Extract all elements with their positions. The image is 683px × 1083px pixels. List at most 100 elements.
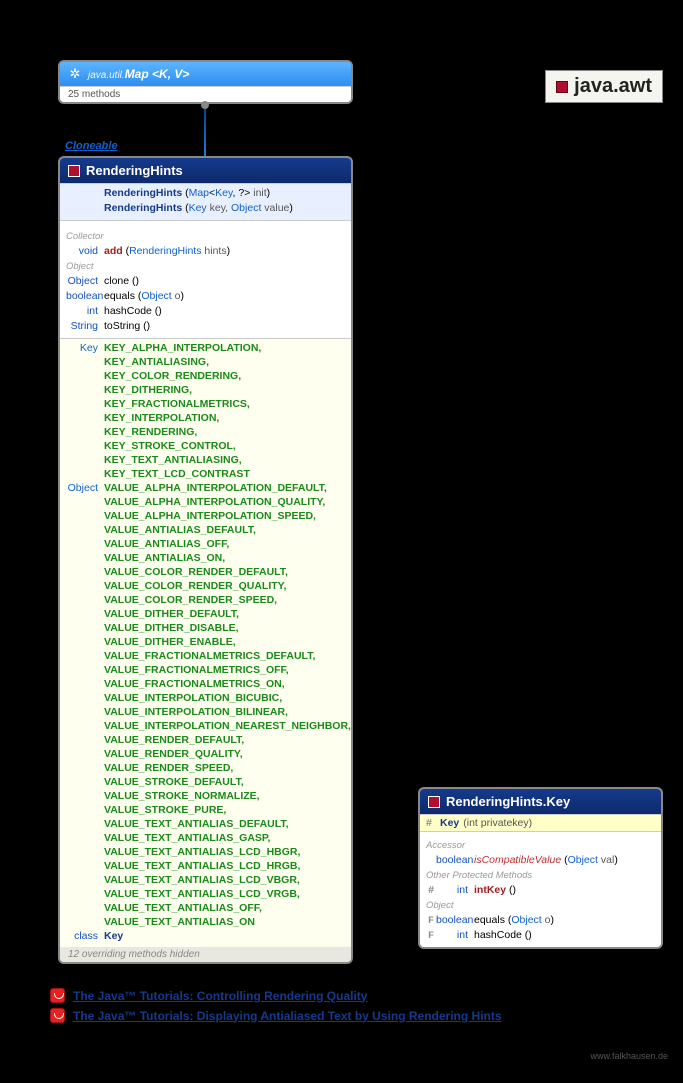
oracle-icon <box>50 988 65 1003</box>
constant: KEY_STROKE_CONTROL, <box>104 439 261 453</box>
class-box-renderinghints: RenderingHints RenderingHints (Map<Key, … <box>58 156 353 964</box>
class-box-renderinghints-key: RenderingHints.Key # Key (int privatekey… <box>418 787 663 949</box>
interface-header: ✲ java.util.Map <K, V> <box>60 62 351 86</box>
methods-section: Collector void add (RenderingHints hints… <box>60 220 351 338</box>
class-title: RenderingHints.Key <box>446 794 570 809</box>
keys-group: Key KEY_ALPHA_INTERPOLATION,KEY_ANTIALIA… <box>66 341 345 481</box>
constant: VALUE_ANTIALIAS_OFF, <box>104 537 351 551</box>
methods-section: Accessor booleanisCompatibleValue (Objec… <box>420 831 661 947</box>
constant: VALUE_ANTIALIAS_DEFAULT, <box>104 523 351 537</box>
constant: VALUE_DITHER_ENABLE, <box>104 635 351 649</box>
method-row: Fbooleanequals (Object o) <box>426 913 655 928</box>
final-icon: F <box>426 928 436 943</box>
constant: VALUE_STROKE_DEFAULT, <box>104 775 351 789</box>
method-row: booleanequals (Object o) <box>66 289 345 304</box>
method-row: inthashCode () <box>66 304 345 319</box>
category-label: Other Protected Methods <box>426 868 655 883</box>
interface-box-map: ✲ java.util.Map <K, V> 25 methods <box>58 60 353 104</box>
oracle-icon <box>50 1008 65 1023</box>
constant: VALUE_INTERPOLATION_NEAREST_NEIGHBOR, <box>104 719 351 733</box>
interface-class: Map <box>125 67 149 81</box>
class-icon <box>68 165 80 177</box>
inheritance-connector <box>204 104 206 156</box>
class-icon <box>428 796 440 808</box>
ctor-row: RenderingHints (Key key, Object value) <box>66 201 345 216</box>
constant: VALUE_INTERPOLATION_BILINEAR, <box>104 705 351 719</box>
protected-icon: # <box>426 817 436 829</box>
constant: KEY_ALPHA_INTERPOLATION, <box>104 341 261 355</box>
constant: VALUE_TEXT_ANTIALIAS_OFF, <box>104 901 351 915</box>
constant: VALUE_INTERPOLATION_BICUBIC, <box>104 691 351 705</box>
class-title: RenderingHints <box>86 163 183 178</box>
link-row: The Java™ Tutorials: Controlling Renderi… <box>50 988 502 1003</box>
constant: VALUE_RENDER_DEFAULT, <box>104 733 351 747</box>
method-row: void add (RenderingHints hints) <box>66 244 345 259</box>
category-label: Collector <box>66 229 345 244</box>
constant: VALUE_TEXT_ANTIALIAS_GASP, <box>104 831 351 845</box>
constant: KEY_DITHERING, <box>104 383 261 397</box>
constant: KEY_RENDERING, <box>104 425 261 439</box>
values-list: VALUE_ALPHA_INTERPOLATION_DEFAULT,VALUE_… <box>104 481 351 929</box>
class-footer: 12 overriding methods hidden <box>60 947 351 962</box>
constant: VALUE_COLOR_RENDER_SPEED, <box>104 593 351 607</box>
constant: VALUE_DITHER_DEFAULT, <box>104 607 351 621</box>
links-area: The Java™ Tutorials: Controlling Renderi… <box>50 983 502 1028</box>
method-row: #intintKey () <box>426 883 655 898</box>
tutorial-link[interactable]: The Java™ Tutorials: Displaying Antialia… <box>73 1009 502 1023</box>
interface-pkg: java.util. <box>88 70 125 81</box>
constructors-section: RenderingHints (Map<Key, ?> init) Render… <box>60 183 351 220</box>
package-icon <box>556 81 568 93</box>
constant: KEY_INTERPOLATION, <box>104 411 261 425</box>
category-label: Object <box>426 898 655 913</box>
constant: KEY_ANTIALIASING, <box>104 355 261 369</box>
constant: VALUE_TEXT_ANTIALIAS_LCD_VBGR, <box>104 873 351 887</box>
constant: VALUE_FRACTIONALMETRICS_DEFAULT, <box>104 649 351 663</box>
ctor-row: RenderingHints (Map<Key, ?> init) <box>66 186 345 201</box>
constant: VALUE_COLOR_RENDER_QUALITY, <box>104 579 351 593</box>
constant: VALUE_TEXT_ANTIALIAS_LCD_VRGB, <box>104 887 351 901</box>
constant: KEY_TEXT_ANTIALIASING, <box>104 453 261 467</box>
link-row: The Java™ Tutorials: Displaying Antialia… <box>50 1008 502 1023</box>
constant: VALUE_ANTIALIAS_ON, <box>104 551 351 565</box>
values-group: Object VALUE_ALPHA_INTERPOLATION_DEFAULT… <box>66 481 345 929</box>
tutorial-link[interactable]: The Java™ Tutorials: Controlling Renderi… <box>73 989 367 1003</box>
constant: VALUE_STROKE_NORMALIZE, <box>104 789 351 803</box>
constant: VALUE_ALPHA_INTERPOLATION_QUALITY, <box>104 495 351 509</box>
constant: VALUE_FRACTIONALMETRICS_ON, <box>104 677 351 691</box>
constant: VALUE_ALPHA_INTERPOLATION_DEFAULT, <box>104 481 351 495</box>
method-row: FinthashCode () <box>426 928 655 943</box>
constant: VALUE_TEXT_ANTIALIAS_LCD_HRGB, <box>104 859 351 873</box>
constants-section: Key KEY_ALPHA_INTERPOLATION,KEY_ANTIALIA… <box>60 338 351 947</box>
protected-icon: # <box>426 883 436 898</box>
constant: VALUE_RENDER_QUALITY, <box>104 747 351 761</box>
package-name: java.awt <box>574 75 652 98</box>
inner-class-row: class Key <box>66 929 345 943</box>
constant: VALUE_DITHER_DISABLE, <box>104 621 351 635</box>
ctor-row: # Key (int privatekey) <box>420 814 661 831</box>
constant: KEY_COLOR_RENDERING, <box>104 369 261 383</box>
gear-icon: ✲ <box>68 67 82 81</box>
interface-generics: <K, V> <box>152 67 189 81</box>
constant: VALUE_TEXT_ANTIALIAS_LCD_HBGR, <box>104 845 351 859</box>
cloneable-label[interactable]: Cloneable <box>65 140 118 152</box>
constant: VALUE_ALPHA_INTERPOLATION_SPEED, <box>104 509 351 523</box>
constant: VALUE_TEXT_ANTIALIAS_ON <box>104 915 351 929</box>
method-row: Objectclone () <box>66 274 345 289</box>
interface-subtitle: 25 methods <box>60 86 351 102</box>
category-label: Object <box>66 259 345 274</box>
class-header: RenderingHints <box>60 158 351 183</box>
method-row: booleanisCompatibleValue (Object val) <box>426 853 655 868</box>
constant: KEY_TEXT_LCD_CONTRAST <box>104 467 261 481</box>
method-row: StringtoString () <box>66 319 345 334</box>
keys-list: KEY_ALPHA_INTERPOLATION,KEY_ANTIALIASING… <box>104 341 261 481</box>
category-label: Accessor <box>426 838 655 853</box>
watermark: www.falkhausen.de <box>590 1051 668 1061</box>
class-header: RenderingHints.Key <box>420 789 661 814</box>
constant: VALUE_RENDER_SPEED, <box>104 761 351 775</box>
constant: VALUE_STROKE_PURE, <box>104 803 351 817</box>
final-icon: F <box>426 913 436 928</box>
package-badge: java.awt <box>545 70 663 103</box>
constant: VALUE_FRACTIONALMETRICS_OFF, <box>104 663 351 677</box>
constant: KEY_FRACTIONALMETRICS, <box>104 397 261 411</box>
constant: VALUE_COLOR_RENDER_DEFAULT, <box>104 565 351 579</box>
